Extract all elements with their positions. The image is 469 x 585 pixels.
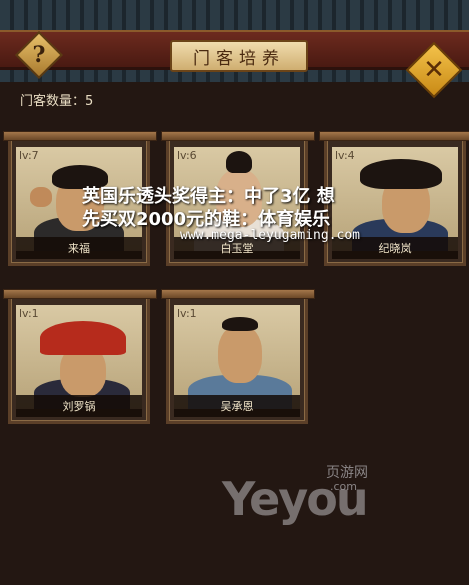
close-icon: ✕	[423, 55, 445, 85]
retainer-card[interactable]: lv:1 刘罗锅	[3, 289, 157, 424]
retainer-level: lv:7	[19, 149, 39, 162]
retainer-portrait	[174, 305, 300, 409]
question-mark-icon: ?	[32, 42, 46, 68]
retainer-card[interactable]: lv:4 纪晓岚	[319, 131, 469, 266]
page-title: 门客培养	[170, 40, 308, 72]
retainer-level: lv:1	[177, 307, 197, 320]
retainer-name: 刘罗锅	[16, 395, 142, 417]
watermark-com: .com	[330, 480, 357, 493]
retainer-level: lv:4	[335, 149, 355, 162]
retainer-count: 门客数量：5	[20, 94, 94, 109]
retainer-level: lv:6	[177, 149, 197, 162]
retainer-card[interactable]: lv:1 吴承恩	[161, 289, 315, 424]
overlay-ad-url: www.mega-leyugaming.com	[180, 228, 361, 243]
watermark-cn: 页游网	[326, 465, 368, 481]
retainer-name: 吴承恩	[174, 395, 300, 417]
retainer-portrait	[16, 305, 142, 409]
retainer-level: lv:1	[19, 307, 39, 320]
retainer-name: 来福	[16, 237, 142, 259]
